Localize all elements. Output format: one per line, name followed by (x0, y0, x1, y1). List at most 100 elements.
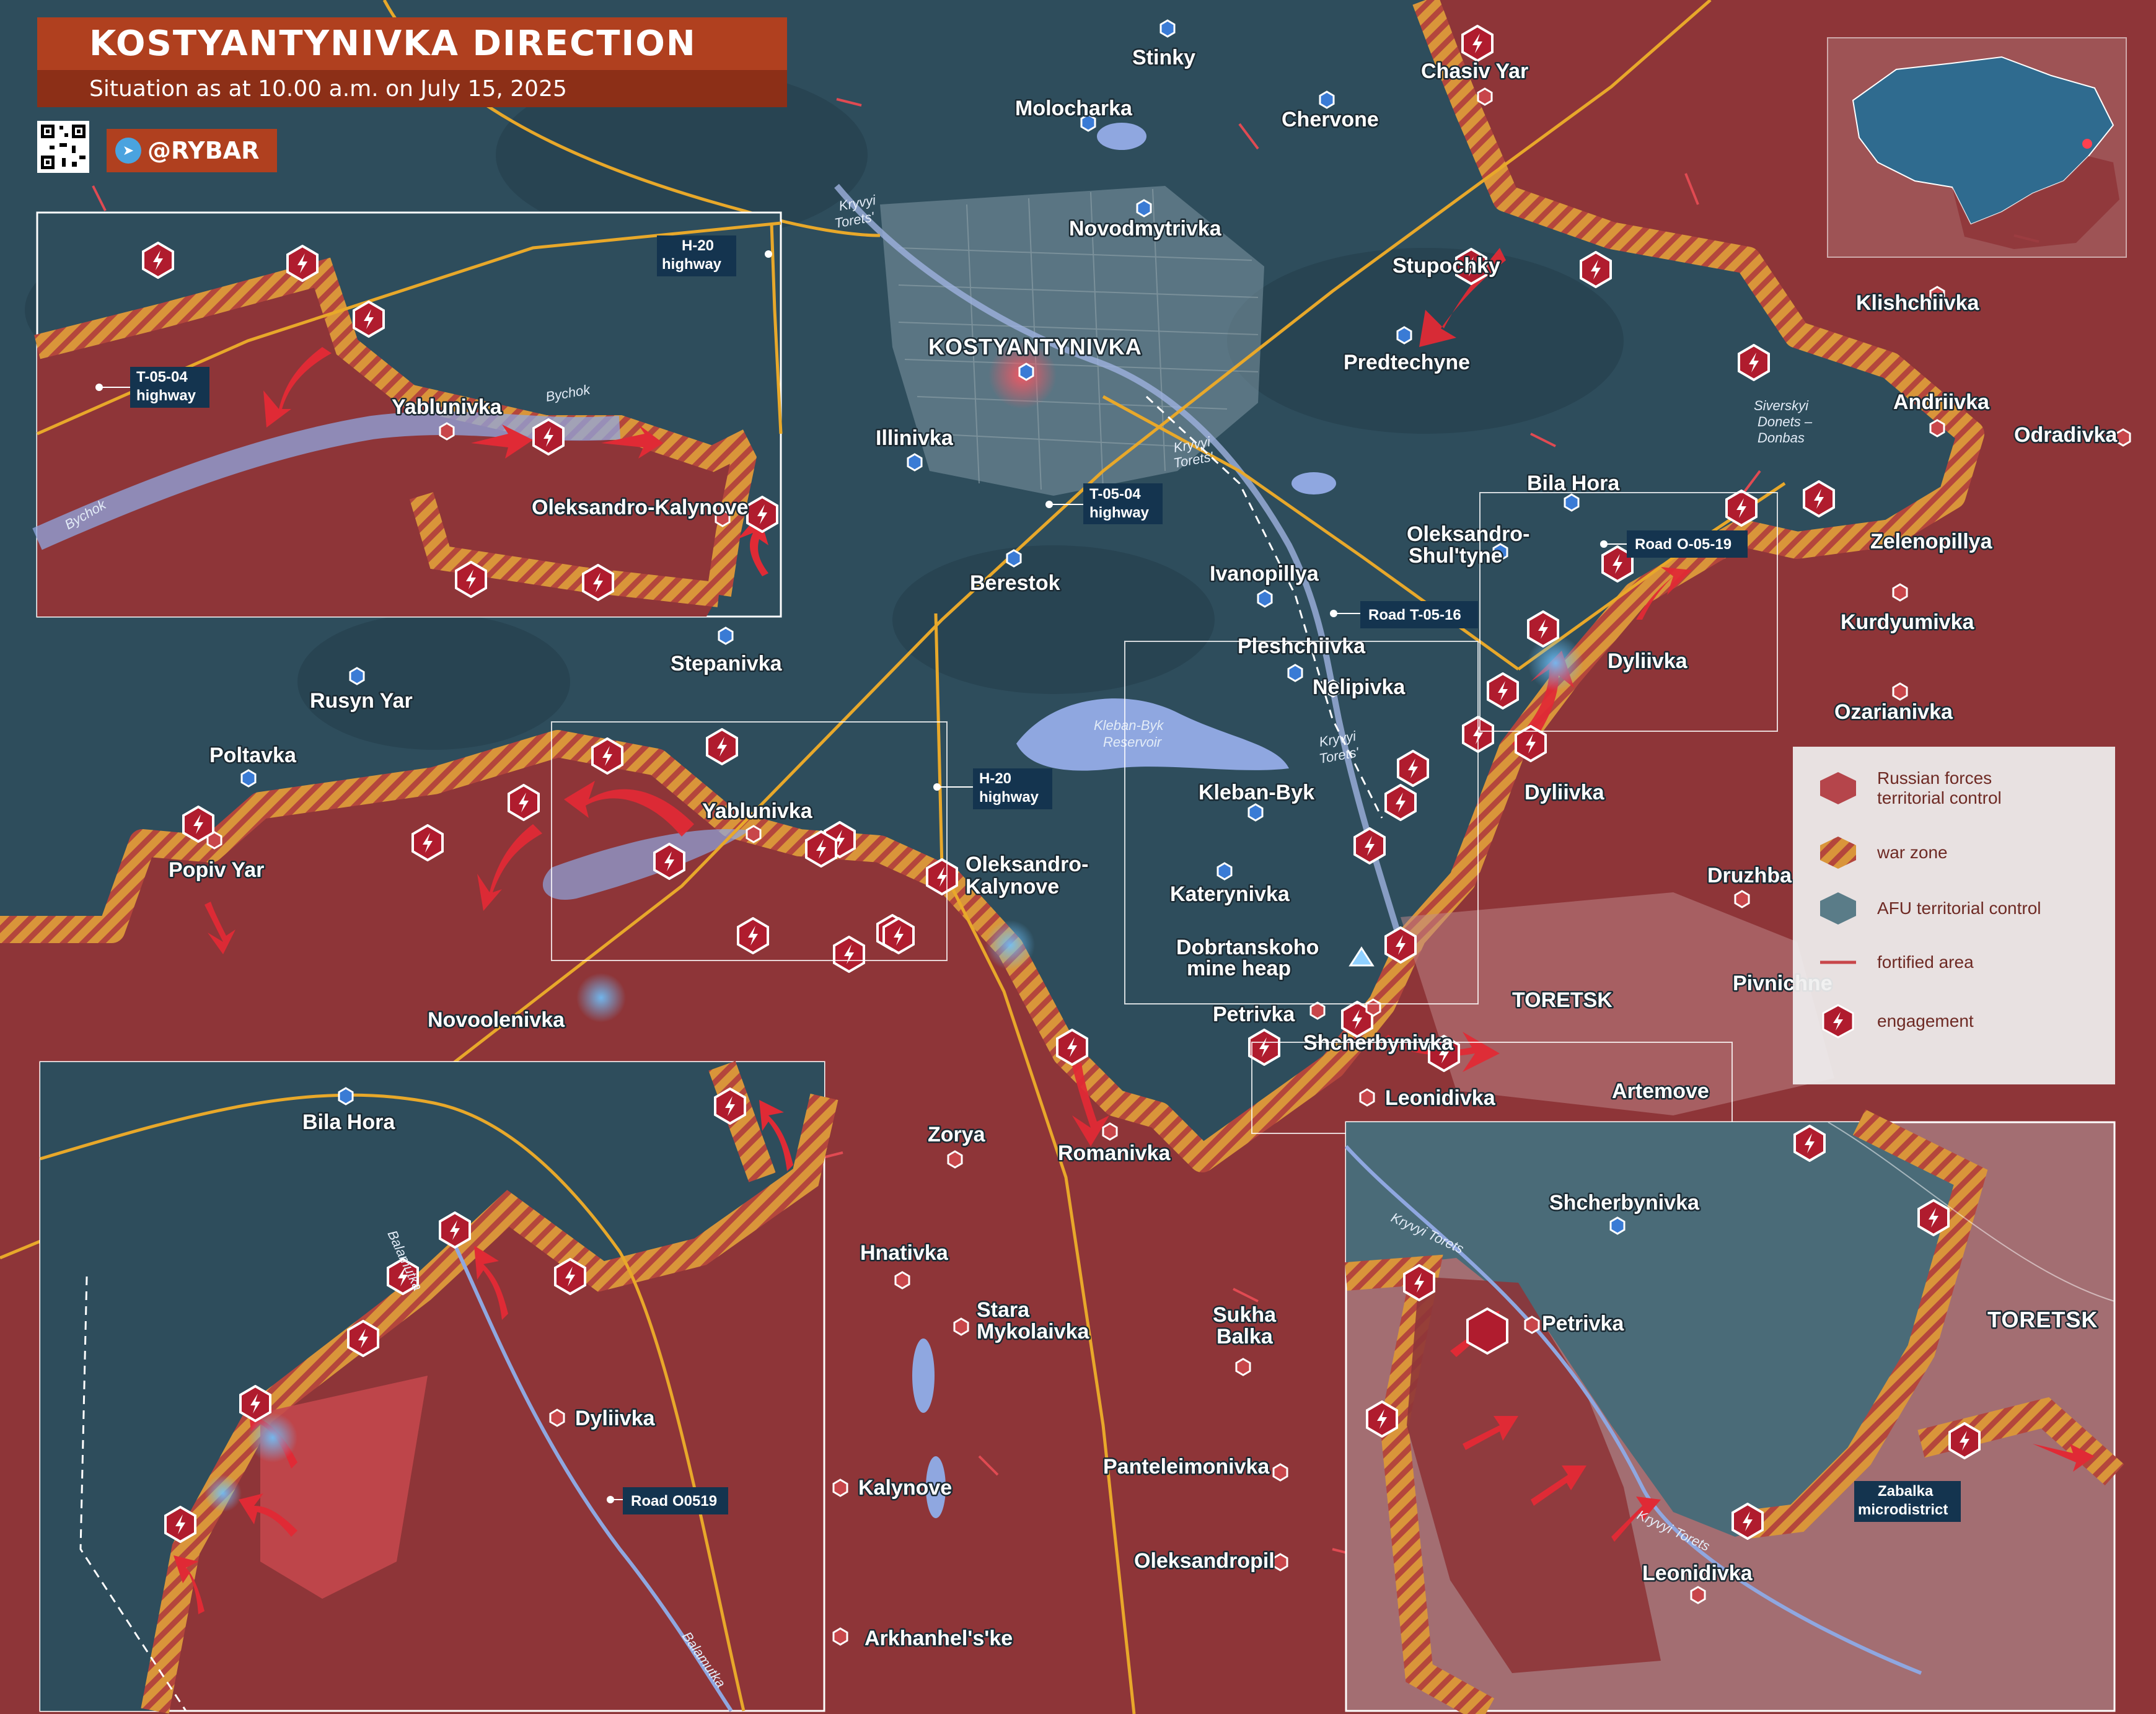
ukraine-locator-minimap (1827, 37, 2127, 258)
svg-text:mine heap: mine heap (1187, 957, 1291, 980)
svg-text:Artemove: Artemove (1612, 1079, 1709, 1103)
svg-text:Petrivka: Petrivka (1213, 1003, 1295, 1026)
russian-control-hexagon-icon (1820, 772, 1856, 804)
svg-text:Chasiv Yar: Chasiv Yar (1421, 59, 1528, 83)
svg-text:Romanivka: Romanivka (1058, 1141, 1171, 1165)
engagement-lightning-icon (1822, 1004, 1854, 1039)
svg-text:Predtechyne: Predtechyne (1344, 351, 1470, 374)
svg-text:Kurdyumivka: Kurdyumivka (1841, 610, 1974, 634)
hotspot-oleksandro-kalynove (985, 920, 1035, 970)
svg-text:O-05-19: O-05-19 (1677, 536, 1731, 553)
svg-text:Ozarianivka: Ozarianivka (1834, 700, 1953, 724)
svg-text:Ivanopillya: Ivanopillya (1210, 562, 1319, 586)
svg-text:Andriivka: Andriivka (1893, 390, 1990, 414)
map-legend: Russian forces territorial control war z… (1793, 747, 2115, 1084)
svg-text:Druzhba: Druzhba (1707, 864, 1792, 887)
svg-text:Popiv Yar: Popiv Yar (169, 858, 264, 882)
svg-text:Donbas: Donbas (1758, 430, 1805, 446)
svg-text:Petrivka: Petrivka (1542, 1312, 1624, 1335)
channel-name: @RYBAR (147, 137, 260, 164)
svg-text:Road: Road (1635, 536, 1672, 553)
legend-russian-line2: territorial control (1877, 788, 2002, 807)
svg-text:Odradivka: Odradivka (2014, 423, 2118, 447)
svg-text:Chervone: Chervone (1282, 108, 1379, 131)
svg-text:T-05-04: T-05-04 (136, 369, 188, 385)
svg-text:Reservoir: Reservoir (1103, 734, 1163, 750)
svg-text:Rusyn Yar: Rusyn Yar (310, 689, 413, 713)
svg-text:Leonidivka: Leonidivka (1385, 1086, 1496, 1110)
svg-text:Dyliivka: Dyliivka (575, 1407, 656, 1430)
inset-top-left: Yablunivka Oleksandro-Kalynove Bychok By… (32, 211, 783, 618)
svg-text:microdistrict: microdistrict (1858, 1501, 1948, 1518)
war-zone-hatch-icon (1820, 837, 1856, 869)
svg-text:Leonidivka: Leonidivka (1642, 1562, 1753, 1585)
svg-text:highway: highway (136, 387, 196, 404)
legend-afu-control: AFU territorial control (1818, 891, 2041, 926)
svg-text:Oleksandro-: Oleksandro- (966, 853, 1088, 876)
svg-text:O0519: O0519 (672, 1493, 717, 1510)
svg-text:Yablunivka: Yablunivka (392, 395, 503, 419)
afu-control-hexagon-icon (1820, 892, 1856, 925)
svg-text:Donets –: Donets – (1758, 414, 1813, 429)
svg-text:T-05-04: T-05-04 (1089, 486, 1141, 503)
inset-bottom-left: Bila Hora Dyliivka Balamutka Balamutka R… (39, 1061, 838, 1714)
svg-text:Oleksandropil: Oleksandropil (1134, 1549, 1275, 1573)
svg-text:Stepanivka: Stepanivka (671, 652, 783, 675)
svg-text:Dyliivka: Dyliivka (1608, 649, 1688, 673)
svg-text:Arkhanhel's'ke: Arkhanhel's'ke (865, 1627, 1013, 1650)
svg-text:Poltavka: Poltavka (209, 744, 297, 767)
svg-text:Siverskyi: Siverskyi (1754, 398, 1809, 413)
svg-text:Panteleimonivka: Panteleimonivka (1103, 1455, 1270, 1479)
svg-text:Molocharka: Molocharka (1015, 97, 1133, 120)
legend-war-zone: war zone (1818, 835, 1948, 870)
svg-text:Klishchiivka: Klishchiivka (1856, 291, 1980, 315)
telegram-icon: ➤ (115, 138, 141, 164)
svg-text:highway: highway (979, 789, 1039, 806)
hotspot-novoolenivka (576, 973, 626, 1022)
legend-russian-line1: Russian forces (1877, 768, 1992, 788)
svg-text:Road: Road (1368, 607, 1406, 623)
svg-text:Oleksandro-Kalynove: Oleksandro-Kalynove (532, 496, 749, 519)
svg-text:KOSTYANTYNIVKA: KOSTYANTYNIVKA (928, 334, 1142, 359)
telegram-channel-badge[interactable]: ➤ @RYBAR (107, 129, 277, 172)
svg-text:Kleban-Byk: Kleban-Byk (1199, 781, 1314, 804)
svg-text:Katerynivka: Katerynivka (1170, 882, 1290, 906)
svg-text:Yablunivka: Yablunivka (702, 799, 813, 823)
svg-text:H-20: H-20 (682, 237, 714, 254)
svg-text:Oleksandro-: Oleksandro- (1407, 522, 1529, 546)
legend-engagement: engagement (1818, 1004, 1974, 1039)
svg-text:Zabalka: Zabalka (1878, 1483, 1934, 1500)
svg-text:Shul'tyne: Shul'tyne (1409, 544, 1503, 568)
svg-text:Road: Road (631, 1493, 668, 1510)
inset-bottom-right: Shcherbynivka Petrivka TORETSK Leonidivk… (1344, 1109, 2124, 1714)
svg-text:highway: highway (662, 256, 722, 273)
fortified-line-icon (1820, 960, 1856, 964)
map-subtitle: Situation as at 10.00 a.m. on July 15, 2… (89, 76, 567, 102)
svg-text:Bila Hora: Bila Hora (1527, 472, 1620, 495)
svg-text:Pleshchiivka: Pleshchiivka (1238, 635, 1366, 658)
qr-code-icon[interactable] (37, 121, 89, 173)
svg-text:Hnativka: Hnativka (860, 1241, 949, 1265)
svg-text:Bila Hora: Bila Hora (302, 1110, 395, 1134)
svg-text:Novodmytrivka: Novodmytrivka (1069, 217, 1222, 240)
svg-text:Zelenopillya: Zelenopillya (1870, 530, 1993, 553)
svg-text:Dobrtanskoho: Dobrtanskoho (1176, 936, 1319, 959)
svg-text:Kalynove: Kalynove (858, 1476, 952, 1500)
svg-text:Illinivka: Illinivka (876, 426, 954, 450)
svg-text:Stinky: Stinky (1132, 46, 1195, 69)
header-banner: KOSTYANTYNIVKA DIRECTION Situation as at… (37, 17, 787, 124)
header-title-bar: KOSTYANTYNIVKA DIRECTION (37, 17, 787, 76)
svg-text:Balka: Balka (1217, 1325, 1274, 1348)
legend-russian-control: Russian forces territorial control (1818, 768, 2002, 808)
svg-text:Nelipivka: Nelipivka (1313, 675, 1406, 699)
svg-text:T-05-16: T-05-16 (1410, 607, 1461, 623)
svg-text:Kleban-Byk: Kleban-Byk (1094, 718, 1164, 733)
svg-text:Berestok: Berestok (970, 571, 1060, 595)
map-title: KOSTYANTYNIVKA DIRECTION (89, 24, 697, 64)
svg-text:Zorya: Zorya (928, 1123, 986, 1146)
svg-text:Novoolenivka: Novoolenivka (428, 1008, 565, 1032)
svg-text:TORETSK: TORETSK (1512, 988, 1613, 1012)
svg-text:Sukha: Sukha (1213, 1303, 1277, 1327)
svg-text:Stara: Stara (977, 1298, 1030, 1322)
svg-text:Shcherbynivka: Shcherbynivka (1549, 1191, 1700, 1215)
